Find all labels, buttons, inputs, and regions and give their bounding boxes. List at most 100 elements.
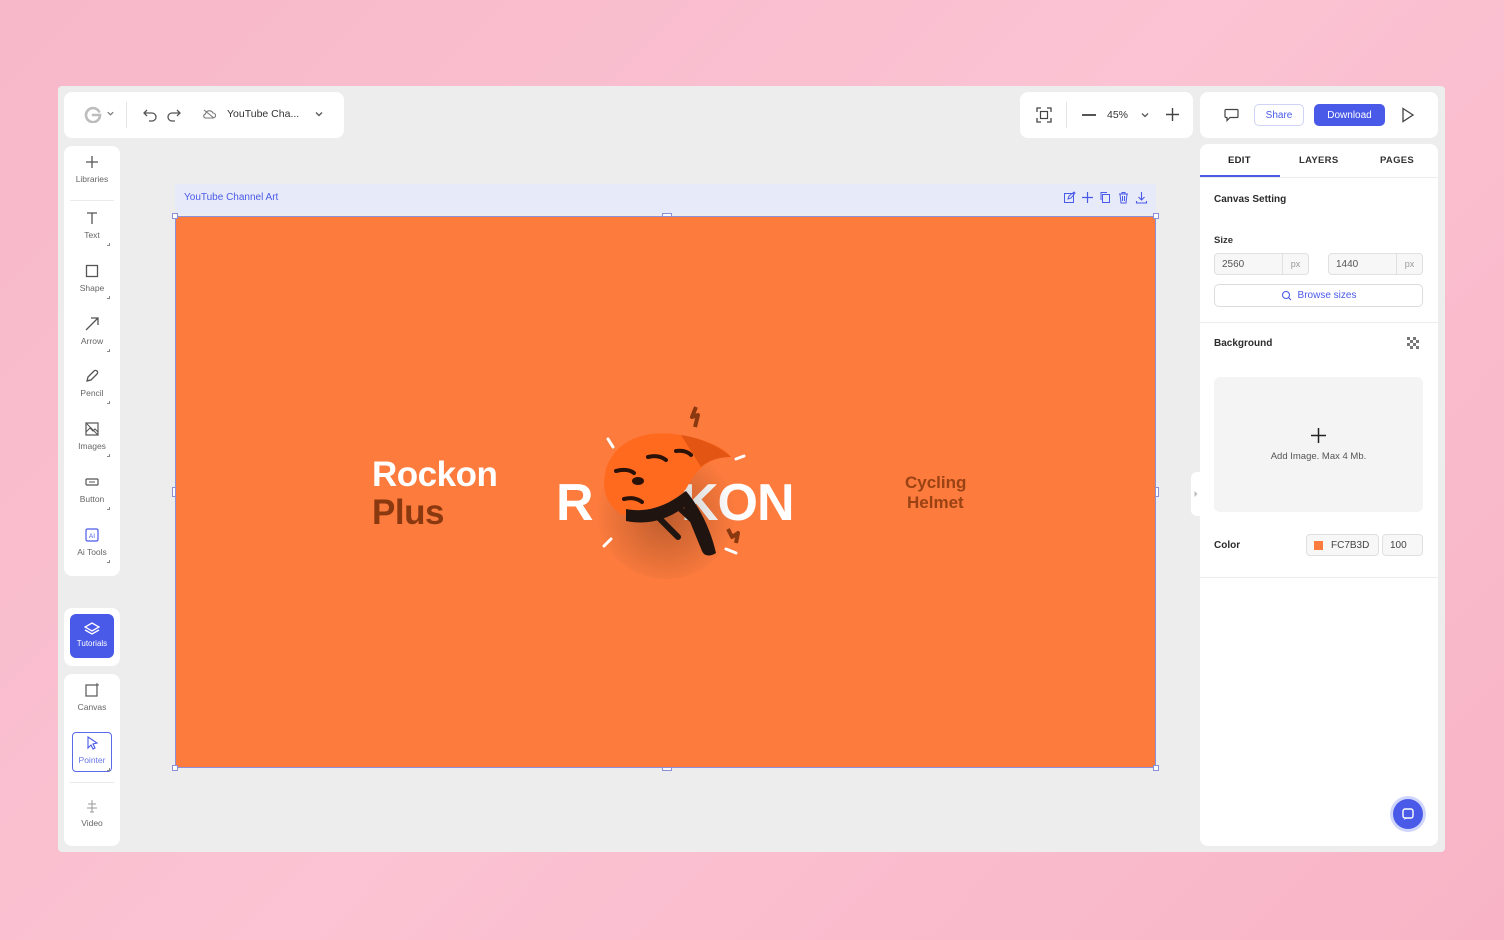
tool-label: Shape [79,283,105,293]
tool-pencil[interactable]: Pencil [64,360,120,410]
background-image-dropzone[interactable]: Add Image. Max 4 Mb. [1214,377,1423,512]
layers-icon [84,622,100,635]
settings-tabs: EDIT LAYERS PAGES [1200,144,1438,178]
toolbar-divider [1066,102,1067,128]
button-icon [85,478,99,486]
svg-text:AI: AI [89,533,95,540]
pointer-icon [87,735,99,750]
helmet-image[interactable] [586,399,756,589]
edit-icon[interactable] [1063,191,1076,204]
resize-handle-bottom[interactable] [662,767,672,771]
size-label: Size [1214,235,1234,246]
tab-pages[interactable]: PAGES [1380,155,1414,166]
app-logo-icon[interactable] [84,105,102,123]
tool-button[interactable]: Button [64,466,120,516]
art-title-rockon[interactable]: Rockon [372,455,498,495]
chat-support-button[interactable] [1393,799,1423,829]
width-input[interactable]: 2560 px [1214,253,1309,275]
artboard-name[interactable]: YouTube Channel Art [184,192,278,203]
tab-edit[interactable]: EDIT [1228,155,1251,166]
add-icon[interactable] [1081,191,1094,204]
submenu-indicator [107,401,110,404]
tool-label: Libraries [75,174,109,184]
resize-handle-top-left[interactable] [172,213,178,219]
opacity-input[interactable]: 100 [1382,534,1423,556]
color-label: Color [1214,540,1241,551]
resize-handle-top-right[interactable] [1153,213,1159,219]
ai-icon: AI [85,528,99,542]
tool-ai-tools[interactable]: AI Ai Tools [64,519,120,569]
submenu-indicator [107,454,110,457]
logo-chevron-down-icon[interactable] [106,109,115,118]
document-title[interactable]: YouTube Cha... [227,108,299,120]
width-unit: px [1282,254,1308,274]
tool-label: Text [84,230,100,240]
height-unit: px [1396,254,1422,274]
right-toolbar: Share Download [1200,92,1438,138]
resize-handle-left[interactable] [172,487,176,497]
tool-label: Video [81,818,103,828]
resize-handle-bottom-right[interactable] [1153,765,1159,771]
download-button[interactable]: Download [1314,104,1385,126]
submenu-indicator [107,768,110,771]
opacity-value: 100 [1390,540,1407,551]
title-chevron-down-icon[interactable] [314,109,324,119]
duplicate-icon[interactable] [1099,191,1112,204]
square-icon [85,264,99,278]
art-title-plus[interactable]: Plus [372,493,444,533]
tool-label: Images [78,441,106,451]
delete-icon[interactable] [1117,191,1130,204]
tool-images[interactable]: Images [64,413,120,463]
tool-libraries[interactable]: Libraries [64,146,120,196]
submenu-indicator [107,243,110,246]
fit-screen-icon[interactable] [1036,107,1052,123]
tool-canvas[interactable]: Canvas [64,674,120,724]
tool-pointer[interactable]: Pointer [64,727,120,777]
tool-text[interactable]: Text [64,202,120,252]
canvas-tools-panel: Canvas Pointer Video [64,674,120,846]
artboard-header[interactable]: YouTube Channel Art [175,184,1156,214]
submenu-indicator [107,349,110,352]
zoom-chevron-down-icon[interactable] [1140,110,1150,120]
settings-panel: EDIT LAYERS PAGES Canvas Setting Size 25… [1200,144,1438,846]
art-side-cycling[interactable]: Cycling [905,473,966,493]
tool-label: Canvas [77,702,107,712]
play-preview-icon[interactable] [1401,107,1415,123]
color-swatch[interactable] [1314,541,1323,550]
resize-handle-right[interactable] [1155,487,1159,497]
tool-shape[interactable]: Shape [64,255,120,305]
download-icon[interactable] [1135,191,1148,204]
canvas-setting-title: Canvas Setting [1214,194,1287,205]
browse-sizes-button[interactable]: Browse sizes [1214,284,1423,307]
sidebar-divider [70,200,114,201]
chat-icon [1402,808,1414,820]
resize-handle-bottom-left[interactable] [172,765,178,771]
redo-icon[interactable] [166,106,182,122]
section-divider [1200,577,1438,578]
zoom-toolbar: 45% [1020,92,1193,138]
text-icon [87,212,97,224]
zoom-out-icon[interactable] [1082,114,1096,116]
top-left-toolbar: YouTube Cha... [64,92,344,138]
art-side-helmet[interactable]: Helmet [907,493,964,513]
transparency-grid-icon[interactable] [1407,337,1419,349]
height-input[interactable]: 1440 px [1328,253,1423,275]
resize-handle-top[interactable] [662,213,672,217]
undo-icon[interactable] [142,106,158,122]
submenu-indicator [107,560,110,563]
tool-arrow[interactable]: Arrow [64,308,120,358]
zoom-level[interactable]: 45% [1107,109,1128,121]
zoom-in-icon[interactable] [1165,107,1180,122]
artboard-canvas[interactable]: Rockon Plus R KON Cycling Helmet [172,213,1159,771]
tool-video[interactable]: Video [64,790,120,840]
tab-layers[interactable]: LAYERS [1299,155,1338,166]
image-icon [85,422,99,436]
submenu-indicator [107,296,110,299]
toolbar-divider [126,102,127,128]
tutorials-button[interactable]: Tutorials [70,614,114,658]
color-hex-input[interactable]: FC7B3D [1306,534,1379,556]
tool-label: Pointer [78,755,106,765]
share-button[interactable]: Share [1254,104,1304,126]
width-value: 2560 [1222,259,1245,270]
comment-icon[interactable] [1224,108,1239,122]
